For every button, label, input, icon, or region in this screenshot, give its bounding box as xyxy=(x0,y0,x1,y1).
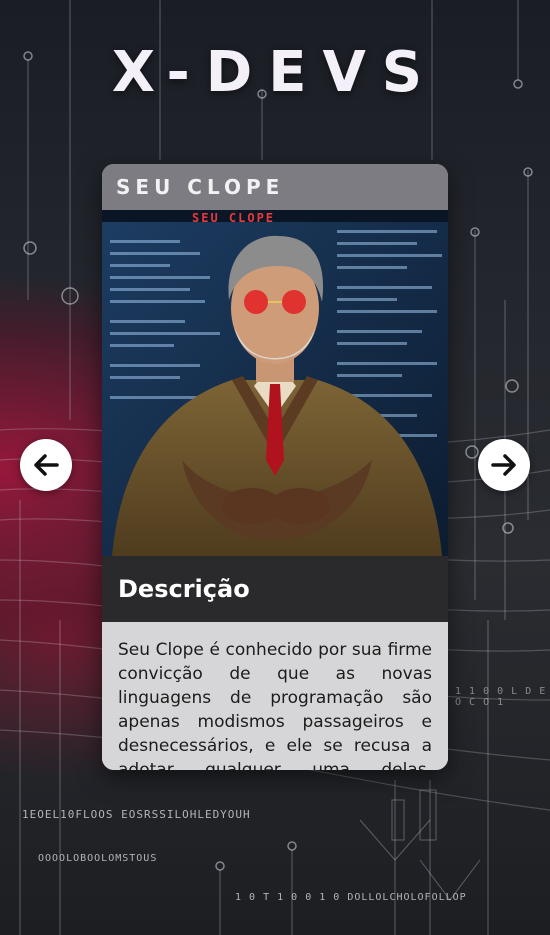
character-card: SEU CLOPE SEU CLOPE Descrição Seu Clope … xyxy=(102,164,448,770)
character-portrait: SEU CLOPE xyxy=(102,210,448,556)
previous-button[interactable] xyxy=(20,439,72,491)
card-header: SEU CLOPE xyxy=(102,164,448,210)
character-name: SEU CLOPE xyxy=(116,175,285,199)
binary-text-4: 1 1 0 0 L D E O C O 1 xyxy=(455,686,547,708)
description-heading: Descrição xyxy=(118,575,250,603)
description-text: Seu Clope é conhecido por sua firme conv… xyxy=(102,622,448,770)
arrow-right-icon xyxy=(491,454,516,476)
next-button[interactable] xyxy=(478,439,530,491)
binary-text-2: OOOOLOBOOLOMSTOUS xyxy=(38,853,158,864)
binary-text-1: 1EOEL10FLOOS EOSRSSILOHLEDYOUH xyxy=(22,808,251,821)
binary-text-3: 1 0 T 1 0 0 1 0 DOLLOLCHOLOFOLLOP xyxy=(235,892,467,903)
app-title: X-DEVS xyxy=(111,40,439,105)
portrait-caption: SEU CLOPE xyxy=(192,211,275,225)
description-header: Descrição xyxy=(102,556,448,622)
arrow-left-icon xyxy=(34,454,59,476)
